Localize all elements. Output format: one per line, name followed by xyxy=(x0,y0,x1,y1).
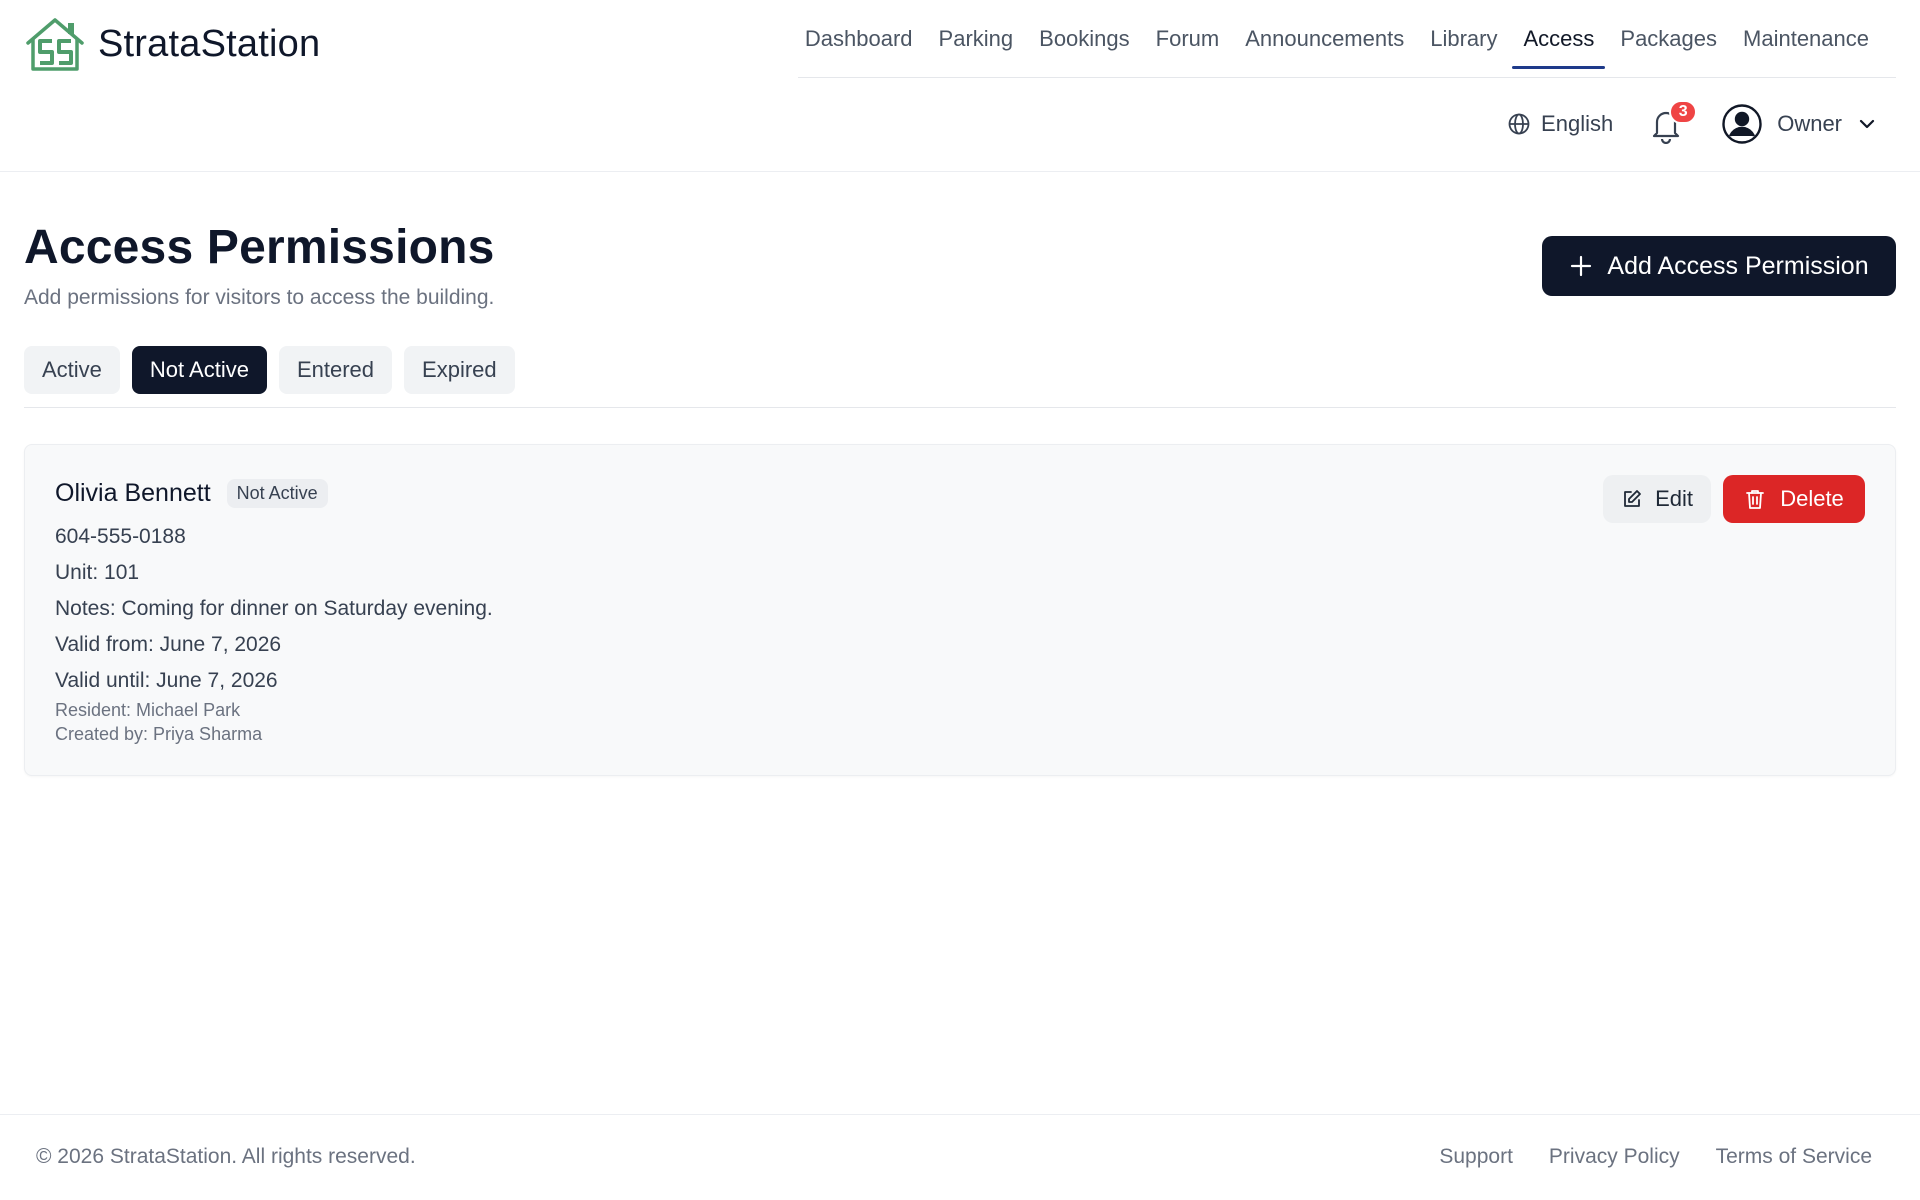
footer-terms-link[interactable]: Terms of Service xyxy=(1716,1145,1872,1169)
chevron-down-icon xyxy=(1859,119,1875,129)
house-logo-icon xyxy=(26,18,84,71)
visitor-phone: 604-555-0188 xyxy=(55,525,186,548)
card-actions: Edit Delete xyxy=(1603,475,1865,523)
status-tabs: Active Not Active Entered Expired xyxy=(24,346,1896,408)
trash-icon xyxy=(1746,490,1765,509)
page-footer: © 2026 StrataStation. All rights reserve… xyxy=(0,1114,1920,1200)
user-menu[interactable]: Owner xyxy=(1721,103,1878,145)
visitor-unit: Unit: 101 xyxy=(55,561,140,584)
notifications-button[interactable]: 3 xyxy=(1649,100,1698,144)
brand-name: StrataStation xyxy=(98,22,321,65)
delete-label: Delete xyxy=(1780,486,1844,511)
visitor-name: Olivia Bennett xyxy=(55,479,211,507)
nav-forum[interactable]: Forum xyxy=(1143,0,1233,77)
user-role-label: Owner xyxy=(1777,111,1842,136)
status-badge: Not Active xyxy=(226,479,328,508)
add-access-permission-label: Add Access Permission xyxy=(1607,251,1869,280)
main-nav: Dashboard Parking Bookings Forum Announc… xyxy=(798,0,1896,78)
nav-library[interactable]: Library xyxy=(1417,0,1510,77)
brand[interactable]: StrataStation xyxy=(24,16,320,72)
permission-details: 604-555-0188 Unit: 101 Notes: Coming for… xyxy=(55,519,493,699)
top-header: StrataStation Dashboard Parking Bookings… xyxy=(0,0,1920,172)
created-by: Created by: Priya Sharma xyxy=(55,724,263,744)
language-label: English xyxy=(1541,111,1614,136)
valid-from: Valid from: June 7, 2026 xyxy=(55,633,282,656)
page-subtitle: Add permissions for visitors to access t… xyxy=(24,286,495,309)
page-title: Access Permissions xyxy=(24,221,495,274)
edit-label: Edit xyxy=(1655,486,1693,511)
nav-access[interactable]: Access xyxy=(1510,0,1607,77)
utility-bar: English 3 Owner xyxy=(1507,96,1878,152)
plus-icon xyxy=(1571,255,1592,277)
copyright-text: © 2026 StrataStation. All rights reserve… xyxy=(36,1145,416,1168)
globe-icon xyxy=(1508,113,1530,135)
card-header: Olivia Bennett Not Active xyxy=(55,479,328,508)
nav-announcements[interactable]: Announcements xyxy=(1232,0,1417,77)
user-avatar-icon xyxy=(1722,104,1762,144)
access-permission-card: Olivia Bennett Not Active 604-555-0188 U… xyxy=(24,444,1896,776)
tab-not-active[interactable]: Not Active xyxy=(131,346,267,394)
tab-active[interactable]: Active xyxy=(24,346,120,394)
footer-links: Support Privacy Policy Terms of Service xyxy=(1439,1145,1872,1169)
delete-button[interactable]: Delete xyxy=(1723,475,1865,523)
nav-packages[interactable]: Packages xyxy=(1607,0,1730,77)
add-access-permission-button[interactable]: Add Access Permission xyxy=(1542,236,1896,296)
tab-expired[interactable]: Expired xyxy=(404,346,515,394)
permission-meta: Resident: Michael Park Created by: Priya… xyxy=(55,698,262,746)
nav-dashboard[interactable]: Dashboard xyxy=(792,0,926,77)
tab-entered[interactable]: Entered xyxy=(278,346,393,394)
footer-privacy-link[interactable]: Privacy Policy xyxy=(1549,1145,1680,1169)
edit-icon xyxy=(1624,490,1641,507)
language-selector[interactable]: English xyxy=(1507,111,1613,137)
nav-bookings[interactable]: Bookings xyxy=(1026,0,1143,77)
nav-maintenance[interactable]: Maintenance xyxy=(1730,0,1882,77)
nav-parking[interactable]: Parking xyxy=(926,0,1027,77)
footer-support-link[interactable]: Support xyxy=(1439,1145,1513,1169)
resident-name: Resident: Michael Park xyxy=(55,700,241,720)
valid-until: Valid until: June 7, 2026 xyxy=(55,669,278,692)
notification-count-badge: 3 xyxy=(1669,100,1698,124)
edit-button[interactable]: Edit xyxy=(1603,475,1711,523)
visitor-notes: Notes: Coming for dinner on Saturday eve… xyxy=(55,597,493,620)
